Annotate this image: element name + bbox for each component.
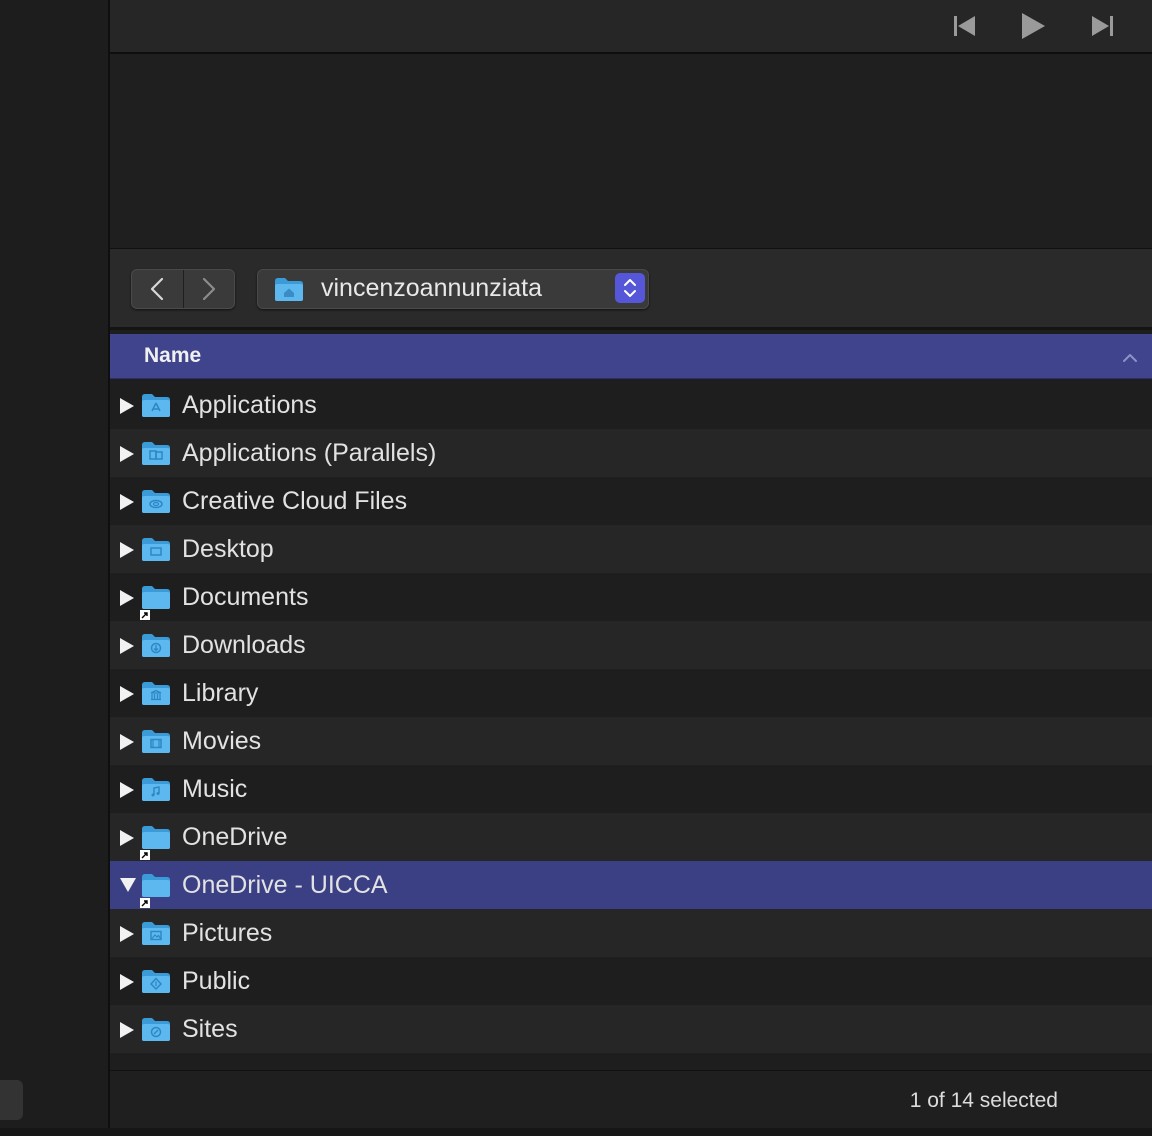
file-name: Library <box>182 679 259 707</box>
sidebar-pane <box>0 0 110 1136</box>
file-name: Music <box>182 775 248 803</box>
current-folder-label: vincenzoannunziata <box>321 274 542 302</box>
disclosure-collapsed-icon[interactable] <box>119 685 135 708</box>
creative-cloud-folder-icon <box>141 488 171 519</box>
disclosure-collapsed-icon[interactable] <box>119 829 135 852</box>
disclosure-collapsed-icon[interactable] <box>119 781 135 804</box>
parallels-folder-icon <box>141 440 171 471</box>
navigation-bar: vincenzoannunziata <box>110 249 1152 330</box>
disclosure-collapsed-icon[interactable] <box>119 637 135 660</box>
file-name: Public <box>182 967 251 995</box>
list-item[interactable]: Documents <box>110 573 1152 621</box>
list-item[interactable]: Desktop <box>110 525 1152 573</box>
pictures-folder-icon <box>141 920 171 951</box>
disclosure-collapsed-icon[interactable] <box>119 1021 135 1044</box>
movies-folder-icon <box>141 728 171 759</box>
list-item[interactable]: Movies <box>110 717 1152 765</box>
file-name: Creative Cloud Files <box>182 487 408 515</box>
disclosure-collapsed-icon[interactable] <box>119 445 135 468</box>
public-folder-icon <box>141 968 171 999</box>
forward-button[interactable] <box>182 270 235 308</box>
list-item[interactable]: Sites <box>110 1005 1152 1053</box>
downloads-folder-icon <box>141 632 171 663</box>
file-name: Movies <box>182 727 262 755</box>
file-name: Applications <box>182 391 317 419</box>
disclosure-collapsed-icon[interactable] <box>119 973 135 996</box>
disclosure-collapsed-icon[interactable] <box>119 925 135 948</box>
path-popup-button[interactable]: vincenzoannunziata <box>257 269 649 309</box>
music-folder-icon <box>141 776 171 807</box>
list-item[interactable]: Creative Cloud Files <box>110 477 1152 525</box>
list-item[interactable]: Public <box>110 957 1152 1005</box>
applications-folder-icon <box>141 392 171 423</box>
selection-status: 1 of 14 selected <box>909 1089 1058 1112</box>
disclosure-collapsed-icon[interactable] <box>119 493 135 516</box>
home-folder-icon <box>274 276 304 307</box>
sidebar-toggle[interactable] <box>0 1080 23 1120</box>
file-name: OneDrive - UICCA <box>182 871 388 899</box>
disclosure-collapsed-icon[interactable] <box>119 589 135 612</box>
back-forward-control <box>131 269 235 309</box>
library-folder-icon <box>141 680 171 711</box>
list-item[interactable]: Downloads <box>110 621 1152 669</box>
list-item[interactable]: Library <box>110 669 1152 717</box>
file-name: Downloads <box>182 631 306 659</box>
skip-back-icon[interactable] <box>952 0 978 52</box>
play-icon[interactable] <box>1019 0 1047 52</box>
skip-forward-icon[interactable] <box>1089 0 1115 52</box>
file-list: Applications Applications (Parallels) Crea… <box>110 381 1152 1053</box>
file-name: Documents <box>182 583 309 611</box>
status-bar: 1 of 14 selected <box>110 1070 1152 1129</box>
list-item[interactable]: Applications <box>110 381 1152 429</box>
desktop-folder-icon <box>141 536 171 567</box>
disclosure-collapsed-icon[interactable] <box>119 541 135 564</box>
disclosure-expanded-icon[interactable] <box>119 877 137 898</box>
list-item[interactable]: Applications (Parallels) <box>110 429 1152 477</box>
file-name: Desktop <box>182 535 274 563</box>
chevron-left-icon <box>151 277 164 301</box>
window-bottom-edge <box>0 1128 1152 1136</box>
up-down-chevron-icon <box>615 273 645 303</box>
name-column-label: Name <box>144 344 202 367</box>
back-button[interactable] <box>132 270 183 308</box>
disclosure-collapsed-icon[interactable] <box>119 733 135 756</box>
disclosure-collapsed-icon[interactable] <box>119 397 135 420</box>
list-item[interactable]: Music <box>110 765 1152 813</box>
name-column-header[interactable]: Name <box>110 334 1152 379</box>
list-item[interactable]: Pictures <box>110 909 1152 957</box>
chevron-up-icon <box>1122 350 1138 368</box>
file-name: Sites <box>182 1015 238 1043</box>
playback-toolbar <box>110 0 1152 54</box>
preview-area <box>110 54 1152 249</box>
file-name: Applications (Parallels) <box>182 439 437 467</box>
list-item[interactable]: OneDrive <box>110 813 1152 861</box>
file-name: Pictures <box>182 919 273 947</box>
sites-folder-icon <box>141 1016 171 1047</box>
chevron-right-icon <box>202 277 215 301</box>
list-item[interactable]: OneDrive - UICCA <box>110 861 1152 909</box>
file-name: OneDrive <box>182 823 288 851</box>
